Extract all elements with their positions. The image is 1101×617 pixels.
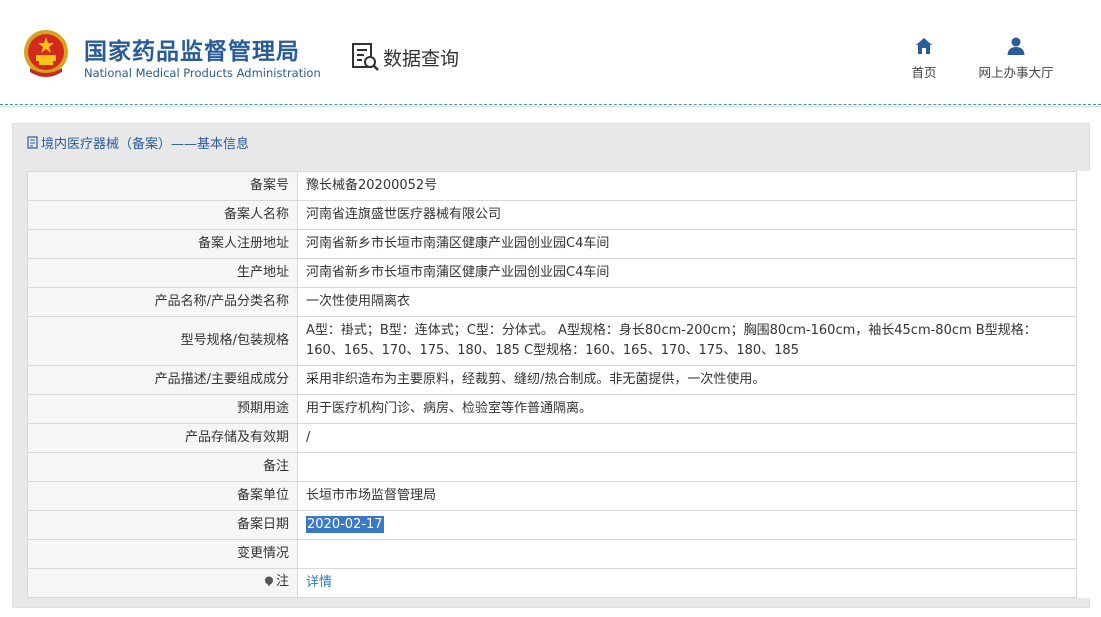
record-panel: 境内医疗器械（备案）——基本信息 备案号 豫长械备20200052号 备案人名称… [12, 123, 1091, 608]
document-search-icon [352, 43, 379, 71]
nav-online-service-hall-label: 网上办事大厅 [978, 65, 1054, 80]
row-key: 型号规格/包装规格 [27, 316, 298, 366]
row-value: 用于医疗机构门诊、病房、检验室等作普通隔离。 [297, 394, 1077, 424]
nav-home[interactable]: 首页 [904, 36, 944, 81]
row-key: 注 [27, 568, 298, 598]
row-value: 河南省连旗盛世医疗器械有限公司 [297, 200, 1077, 230]
panel-title: 境内医疗器械（备案）——基本信息 [27, 133, 249, 152]
document-icon [27, 136, 38, 149]
home-icon [916, 38, 932, 54]
row-key: 备案人名称 [27, 200, 298, 230]
table-row: 备案号 豫长械备20200052号 [27, 171, 1077, 201]
table-row: 产品描述/主要组成成分 采用非织造布为主要原料，经裁剪、缝纫/热合制成。非无菌提… [27, 365, 1077, 395]
row-value [297, 452, 1077, 482]
table-row: 生产地址 河南省新乡市长垣市南蒲区健康产业园创业园C4车间 [27, 258, 1077, 288]
row-value: 2020-02-17 [297, 510, 1077, 540]
row-key: 产品存储及有效期 [27, 423, 298, 453]
panel-title-text: 境内医疗器械（备案）——基本信息 [41, 137, 250, 152]
user-icon [1007, 37, 1025, 55]
national-emblem-icon [24, 30, 68, 77]
table-row: 变更情况 [27, 539, 1077, 569]
row-key: 生产地址 [27, 258, 298, 288]
site-header: 国家药品监督管理局 National Medical Products Admi… [0, 0, 1101, 104]
data-query-section: 数据查询 [351, 41, 459, 73]
row-value: 豫长械备20200052号 [297, 171, 1077, 201]
row-value [297, 539, 1077, 569]
row-key: 备案日期 [27, 510, 298, 540]
table-row: 产品名称/产品分类名称 一次性使用隔离衣 [27, 287, 1077, 317]
record-table-wrap: 备案号 豫长械备20200052号 备案人名称 河南省连旗盛世医疗器械有限公司 … [27, 171, 1091, 598]
row-key: 备注 [27, 452, 298, 482]
table-row: 型号规格/包装规格 A型：褂式；B型：连体式；C型：分体式。 A型规格：身长80… [27, 316, 1077, 366]
row-key: 产品描述/主要组成成分 [27, 365, 298, 395]
table-row: 备案人注册地址 河南省新乡市长垣市南蒲区健康产业园创业园C4车间 [27, 229, 1077, 259]
nav-home-label: 首页 [911, 65, 937, 80]
info-pin-icon [264, 576, 273, 587]
header-divider-secondary [0, 106, 1101, 107]
table-row: 备注 [27, 452, 1077, 482]
agency-name-en: National Medical Products Administration [84, 66, 321, 80]
table-row: 产品存储及有效期 / [27, 423, 1077, 453]
row-value: 采用非织造布为主要原料，经裁剪、缝纫/热合制成。非无菌提供，一次性使用。 [297, 365, 1077, 395]
row-value: A型：褂式；B型：连体式；C型：分体式。 A型规格：身长80cm-200cm；胸… [297, 316, 1077, 366]
table-row: 预期用途 用于医疗机构门诊、病房、检验室等作普通隔离。 [27, 394, 1077, 424]
row-key: 备案人注册地址 [27, 229, 298, 259]
table-row: 备案人名称 河南省连旗盛世医疗器械有限公司 [27, 200, 1077, 230]
row-value: 河南省新乡市长垣市南蒲区健康产业园创业园C4车间 [297, 229, 1077, 259]
header-divider [0, 104, 1101, 105]
nav-online-service-hall[interactable]: 网上办事大厅 [970, 36, 1062, 81]
note-key-label: 注 [275, 573, 289, 589]
row-key: 备案单位 [27, 481, 298, 511]
details-link[interactable]: 详情 [306, 575, 332, 590]
row-key: 产品名称/产品分类名称 [27, 287, 298, 317]
row-key: 变更情况 [27, 539, 298, 569]
filing-date-selected-text[interactable]: 2020-02-17 [306, 516, 384, 533]
record-table: 备案号 豫长械备20200052号 备案人名称 河南省连旗盛世医疗器械有限公司 … [27, 171, 1077, 598]
data-query-label: 数据查询 [383, 47, 460, 70]
agency-name-cn: 国家药品监督管理局 [84, 39, 300, 65]
row-value: 一次性使用隔离衣 [297, 287, 1077, 317]
row-value: 详情 [297, 568, 1077, 598]
row-value: 河南省新乡市长垣市南蒲区健康产业园创业园C4车间 [297, 258, 1077, 288]
table-row: 备案单位 长垣市市场监督管理局 [27, 481, 1077, 511]
table-row: 备案日期 2020-02-17 [27, 510, 1077, 540]
row-key: 预期用途 [27, 394, 298, 424]
row-value: / [297, 423, 1077, 453]
row-key: 备案号 [27, 171, 298, 201]
table-row: 注 详情 [27, 568, 1077, 598]
row-value: 长垣市市场监督管理局 [297, 481, 1077, 511]
